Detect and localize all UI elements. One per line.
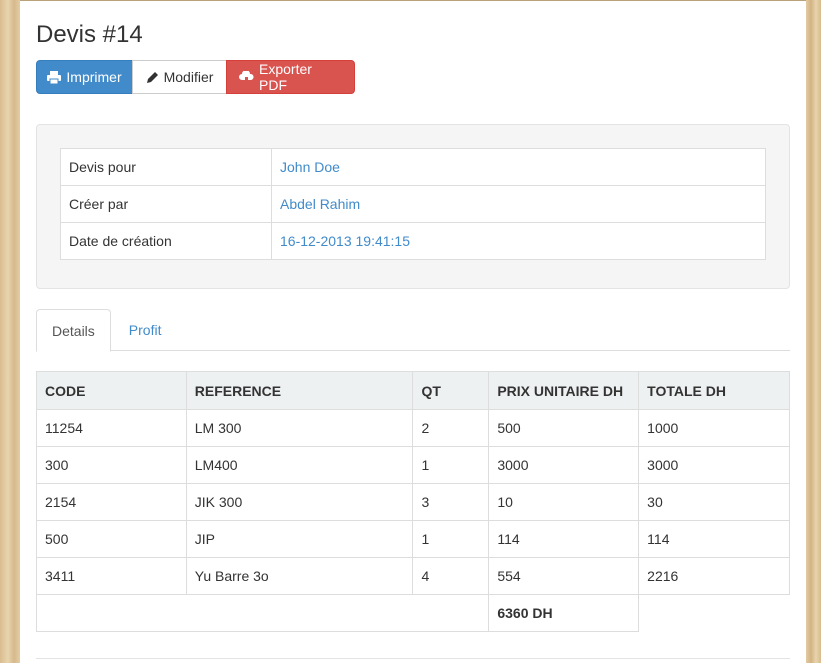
column-header: CODE bbox=[36, 371, 187, 410]
table-cell: 3000 bbox=[488, 446, 640, 484]
table-cell: 114 bbox=[638, 520, 790, 558]
quote-info-table: Devis pour John Doe Créer par Abdel Rahi… bbox=[60, 148, 766, 260]
items-table: CODE REFERENCE QT PRIX UNITAIRE DH TOTAL… bbox=[35, 371, 790, 632]
table-header-row: CODE REFERENCE QT PRIX UNITAIRE DH TOTAL… bbox=[36, 371, 790, 410]
quote-info-well: Devis pour John Doe Créer par Abdel Rahi… bbox=[36, 124, 790, 289]
table-cell: 1 bbox=[412, 520, 490, 558]
info-row: Créer par Abdel Rahim bbox=[60, 185, 766, 223]
table-cell: 3000 bbox=[638, 446, 790, 484]
print-button-label: Imprimer bbox=[66, 69, 122, 85]
info-label: Date de création bbox=[60, 222, 272, 260]
table-cell: 300 bbox=[36, 446, 187, 484]
table-cell: JIK 300 bbox=[185, 483, 414, 521]
table-cell: 2154 bbox=[36, 483, 187, 521]
divider bbox=[36, 658, 790, 659]
table-row: 300 LM400 1 3000 3000 bbox=[36, 446, 790, 484]
table-cell: Yu Barre 3o bbox=[185, 557, 414, 595]
total-row-spacer bbox=[35, 594, 490, 632]
action-button-group: Imprimer Modifier Exporter PDF bbox=[36, 60, 355, 94]
table-cell: 10 bbox=[488, 483, 640, 521]
table-cell: 30 bbox=[638, 483, 790, 521]
table-cell: 4 bbox=[412, 557, 490, 595]
grand-total: 6360 DH bbox=[488, 594, 640, 632]
column-header: QT bbox=[412, 371, 490, 410]
table-row: 3411 Yu Barre 3o 4 554 2216 bbox=[36, 557, 790, 595]
table-cell: 2 bbox=[412, 409, 490, 447]
tab-profit[interactable]: Profit bbox=[111, 309, 177, 351]
table-cell: 2216 bbox=[638, 557, 790, 595]
edit-button[interactable]: Modifier bbox=[132, 60, 227, 94]
cloud-download-icon bbox=[239, 71, 254, 83]
printer-icon bbox=[47, 70, 62, 84]
export-pdf-button-label: Exporter PDF bbox=[259, 61, 312, 93]
info-value-date[interactable]: 16-12-2013 19:41:15 bbox=[271, 222, 766, 260]
table-cell: JIP bbox=[185, 520, 414, 558]
table-row: 11254 LM 300 2 500 1000 bbox=[36, 409, 790, 447]
table-cell: 11254 bbox=[36, 409, 187, 447]
info-label: Devis pour bbox=[60, 148, 272, 186]
table-cell: 500 bbox=[488, 409, 640, 447]
column-header: TOTALE DH bbox=[638, 371, 790, 410]
main-panel: Devis #14 Imprimer Modifier Exporter PDF… bbox=[20, 0, 806, 663]
info-value-client[interactable]: John Doe bbox=[271, 148, 766, 186]
tab-details[interactable]: Details bbox=[36, 309, 111, 352]
table-cell: 3411 bbox=[36, 557, 187, 595]
table-cell: 1 bbox=[412, 446, 490, 484]
tab-bar: Details Profit bbox=[36, 309, 790, 352]
page-title: Devis #14 bbox=[36, 21, 143, 48]
total-row-empty bbox=[638, 594, 790, 632]
table-cell: LM 300 bbox=[185, 409, 414, 447]
total-row: 6360 DH bbox=[35, 594, 790, 632]
table-cell: 500 bbox=[36, 520, 187, 558]
table-row: 2154 JIK 300 3 10 30 bbox=[36, 483, 790, 521]
info-row: Devis pour John Doe bbox=[60, 148, 766, 186]
info-value-author[interactable]: Abdel Rahim bbox=[271, 185, 766, 223]
table-cell: 1000 bbox=[638, 409, 790, 447]
print-button[interactable]: Imprimer bbox=[36, 60, 133, 94]
table-cell: 114 bbox=[488, 520, 640, 558]
column-header: REFERENCE bbox=[185, 371, 414, 410]
table-cell: 3 bbox=[412, 483, 490, 521]
info-row: Date de création 16-12-2013 19:41:15 bbox=[60, 222, 766, 260]
edit-button-label: Modifier bbox=[163, 69, 214, 85]
table-cell: 554 bbox=[488, 557, 640, 595]
export-pdf-button[interactable]: Exporter PDF bbox=[226, 60, 355, 94]
wood-background-right bbox=[805, 0, 821, 663]
table-row: 500 JIP 1 114 114 bbox=[36, 520, 790, 558]
pencil-icon bbox=[146, 71, 159, 84]
table-cell: LM400 bbox=[185, 446, 414, 484]
column-header: PRIX UNITAIRE DH bbox=[488, 371, 640, 410]
info-label: Créer par bbox=[60, 185, 272, 223]
